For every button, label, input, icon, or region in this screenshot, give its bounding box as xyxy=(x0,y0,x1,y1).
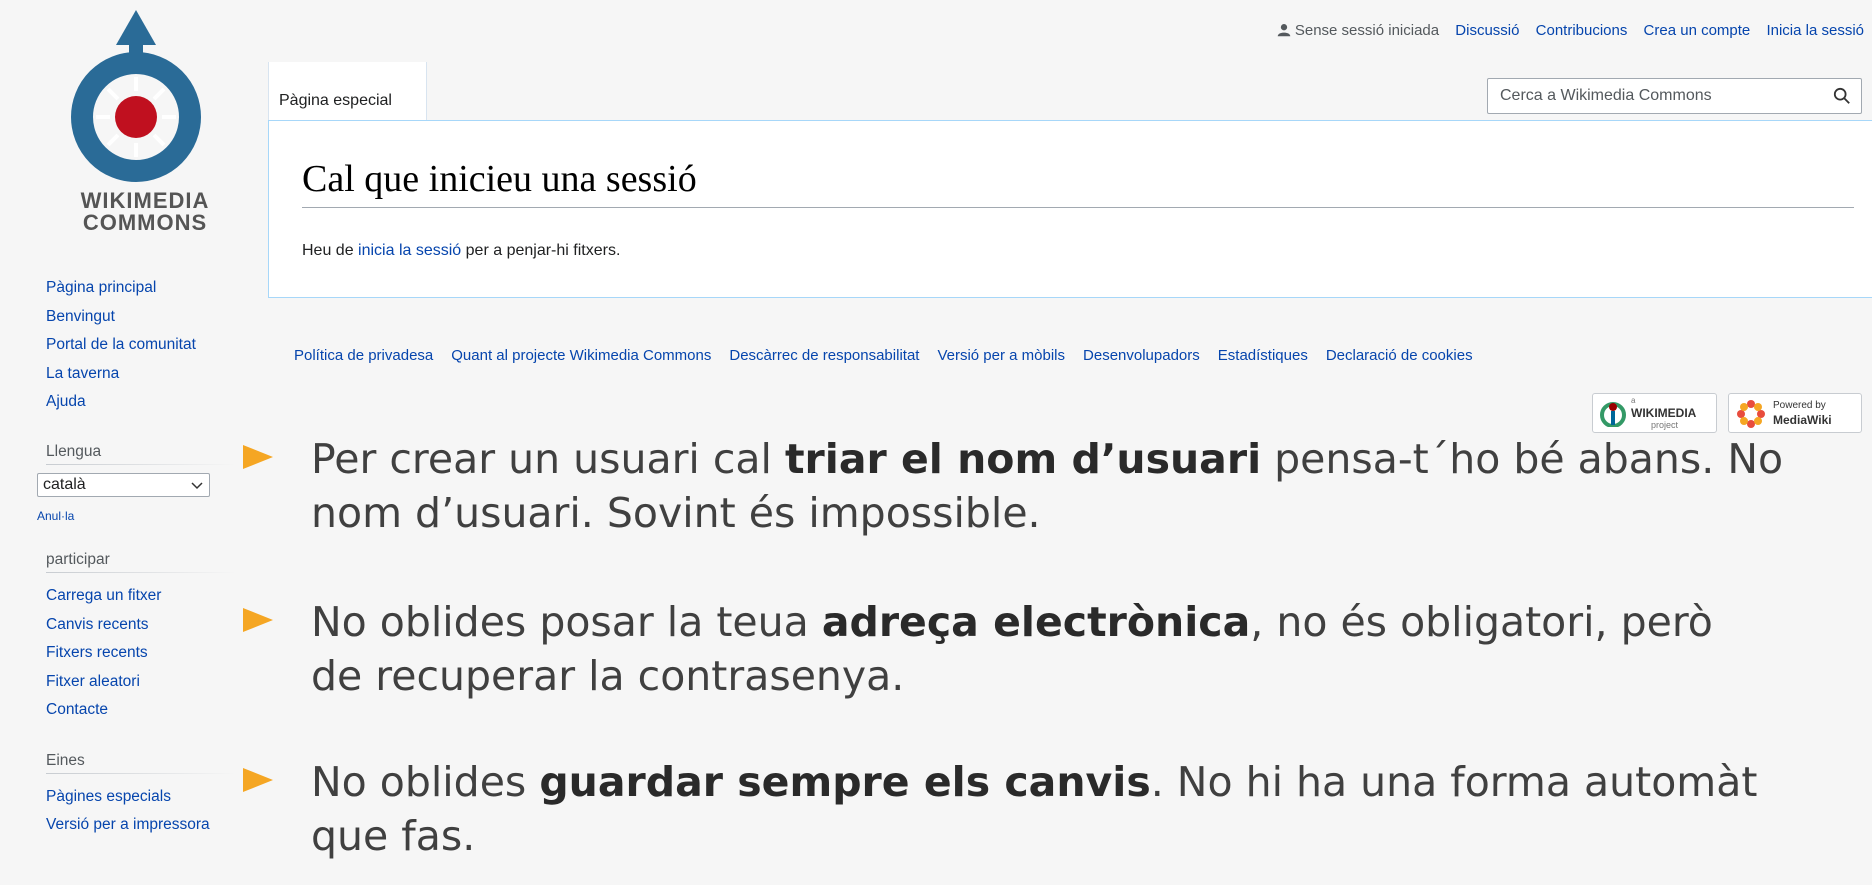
footer-statistics-link[interactable]: Estadístiques xyxy=(1218,347,1308,364)
chevron-down-icon xyxy=(191,482,203,490)
tab-label: Pàgina especial xyxy=(279,92,392,109)
bullet-arrow-icon xyxy=(243,768,273,792)
powered-by-mediawiki-badge[interactable]: Powered by MediaWiki xyxy=(1728,393,1862,433)
bullet-1-line-2: nom d’usuari. Sovint és impossible. xyxy=(311,489,1041,537)
search-box[interactable] xyxy=(1487,78,1862,114)
sidebar-item-village-pump[interactable]: La taverna xyxy=(46,365,119,383)
sidebar-item-special-pages[interactable]: Pàgines especials xyxy=(46,788,171,806)
wikimedia-project-badge[interactable]: a WIKIMEDIA project xyxy=(1592,393,1717,433)
tools-heading: Eines xyxy=(46,752,85,769)
footer-privacy-link[interactable]: Política de privadesa xyxy=(294,347,433,364)
footer-about-link[interactable]: Quant al projecte Wikimedia Commons xyxy=(451,347,711,364)
personal-tools: Sense sessió iniciada Discussió Contribu… xyxy=(1277,22,1864,39)
sidebar-item-main-page[interactable]: Pàgina principal xyxy=(46,279,156,297)
sidebar-item-random-file[interactable]: Fitxer aleatori xyxy=(46,673,140,691)
search-icon[interactable] xyxy=(1833,87,1851,105)
wikimedia-icon xyxy=(1600,402,1626,427)
bullet-arrow-icon xyxy=(243,608,273,632)
create-account-link[interactable]: Crea un compte xyxy=(1644,22,1751,39)
search-input[interactable] xyxy=(1488,79,1800,113)
sidebar-item-welcome[interactable]: Benvingut xyxy=(46,308,115,326)
sidebar-item-printable-version[interactable]: Versió per a impressora xyxy=(46,816,210,834)
not-logged-in-text: Sense sessió iniciada xyxy=(1294,22,1440,39)
contributions-link[interactable]: Contribucions xyxy=(1536,22,1628,39)
bullet-arrow-icon xyxy=(243,445,273,469)
bullet-3-line-2: que fas. xyxy=(311,812,476,860)
sidebar-item-upload-file[interactable]: Carrega un fitxer xyxy=(46,587,161,605)
login-inline-link[interactable]: inicia la sessió xyxy=(358,242,461,259)
footer-developers-link[interactable]: Desenvolupadors xyxy=(1083,347,1200,364)
sidebar-item-community-portal[interactable]: Portal de la comunitat xyxy=(46,336,196,354)
login-required-message: Heu de inicia la sessió per a penjar-hi … xyxy=(302,242,621,259)
page-title: Cal que inicieu una sessió xyxy=(302,158,697,200)
participate-heading: participar xyxy=(46,551,110,568)
wikimedia-commons-logo[interactable]: WIKIMEDIA COMMONS xyxy=(60,5,230,240)
sidebar-item-recent-changes[interactable]: Canvis recents xyxy=(46,616,149,634)
tab-special-page[interactable]: Pàgina especial xyxy=(268,62,427,120)
bullet-1-line-1: Per crear un usuari cal triar el nom d’u… xyxy=(311,435,1784,483)
bullet-2-line-2: de recuperar la contrasenya. xyxy=(311,652,905,700)
title-divider xyxy=(302,207,1854,208)
sidebar-item-contact[interactable]: Contacte xyxy=(46,701,108,719)
undo-language-link[interactable]: Anul·la xyxy=(37,509,74,523)
footer-disclaimer-link[interactable]: Descàrrec de responsabilitat xyxy=(729,347,919,364)
commons-logo-icon xyxy=(71,10,201,182)
mediawiki-sunflower-icon xyxy=(1737,400,1765,428)
language-selected-value: català xyxy=(43,476,86,493)
logo-wordmark: WIKIMEDIA COMMONS xyxy=(80,188,210,235)
main-content: Cal que inicieu una sessió Heu de inicia… xyxy=(268,120,1872,298)
login-link[interactable]: Inicia la sessió xyxy=(1766,22,1864,39)
footer-mobile-link[interactable]: Versió per a mòbils xyxy=(937,347,1065,364)
talk-link[interactable]: Discussió xyxy=(1455,22,1519,39)
user-icon xyxy=(1277,24,1291,37)
footer-cookies-link[interactable]: Declaració de cookies xyxy=(1326,347,1473,364)
sidebar-item-recent-files[interactable]: Fitxers recents xyxy=(46,644,148,662)
language-heading: Llengua xyxy=(46,443,102,460)
footer-links: Política de privadesa Quant al projecte W… xyxy=(294,347,1491,364)
participate-divider xyxy=(46,572,236,573)
language-select[interactable]: català xyxy=(37,473,210,497)
bullet-2-line-1: No oblides posar la teua adreça electròn… xyxy=(311,598,1713,646)
sidebar-item-help[interactable]: Ajuda xyxy=(46,393,86,411)
bullet-3-line-1: No oblides guardar sempre els canvis. No… xyxy=(311,758,1758,806)
language-divider xyxy=(46,464,236,465)
tools-divider xyxy=(46,773,236,774)
